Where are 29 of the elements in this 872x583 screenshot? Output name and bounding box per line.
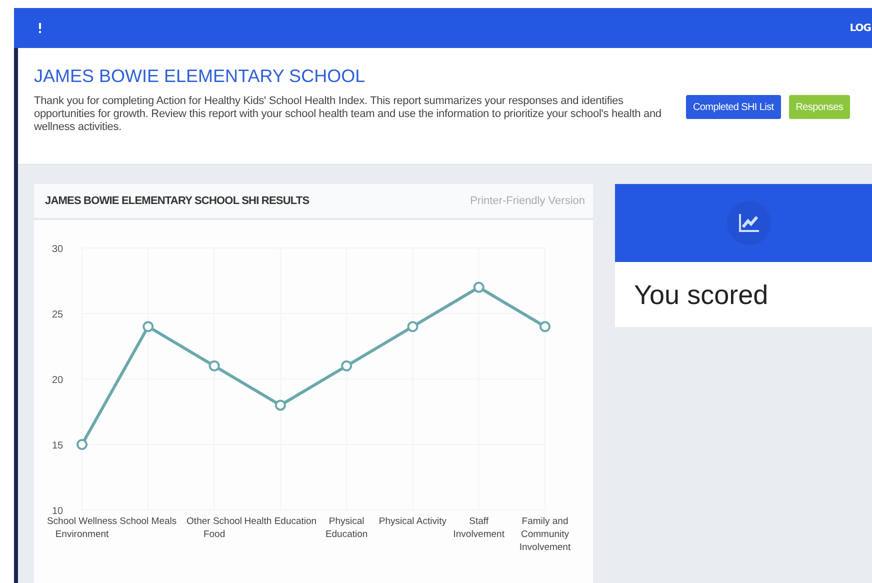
completed-list-button[interactable]: Completed SHI List xyxy=(686,95,781,119)
data-point xyxy=(274,400,286,411)
category-label: School Meals xyxy=(120,516,177,527)
axis-tick-label: 10 xyxy=(52,506,64,517)
line-chart-icon xyxy=(738,213,760,233)
data-point xyxy=(540,321,550,332)
data-point xyxy=(407,321,418,332)
school-title: JAMES BOWIE ELEMENTARY SCHOOL xyxy=(34,66,366,87)
card-title: JAMES BOWIE ELEMENTARY SCHOOL SHI RESULTS xyxy=(45,195,310,207)
data-point xyxy=(208,360,220,372)
login-link[interactable]: LOG xyxy=(850,22,871,34)
category-label: Physical Education xyxy=(325,516,368,540)
category-label: Health Education xyxy=(244,516,317,527)
data-point xyxy=(341,360,352,372)
axis-tick-label: 15 xyxy=(52,440,64,452)
category-label: Staff Involvement xyxy=(453,516,504,540)
data-point xyxy=(473,282,484,293)
axis-tick-label: 30 xyxy=(52,244,64,255)
data-point xyxy=(76,439,88,450)
category-label: School Wellness Environment xyxy=(46,516,118,540)
axis-tick-label: 20 xyxy=(52,375,64,386)
axis-tick-label: 25 xyxy=(52,310,64,320)
data-point xyxy=(142,321,154,332)
description-text: Thank you for completing Action for Healthy Kids' School Health Index. This report summarizes your responses and identifies opportunities for growth. Review this report with your school health team and use the information to prioritize your school's health and wellness activities. xyxy=(34,95,662,134)
category-label: Physical Activity xyxy=(378,516,446,527)
menu-icon[interactable] xyxy=(38,23,42,33)
category-label: Other School Food xyxy=(186,516,242,540)
score-text: You scored xyxy=(633,279,770,312)
category-label: Family and Community Involvement xyxy=(519,516,571,553)
